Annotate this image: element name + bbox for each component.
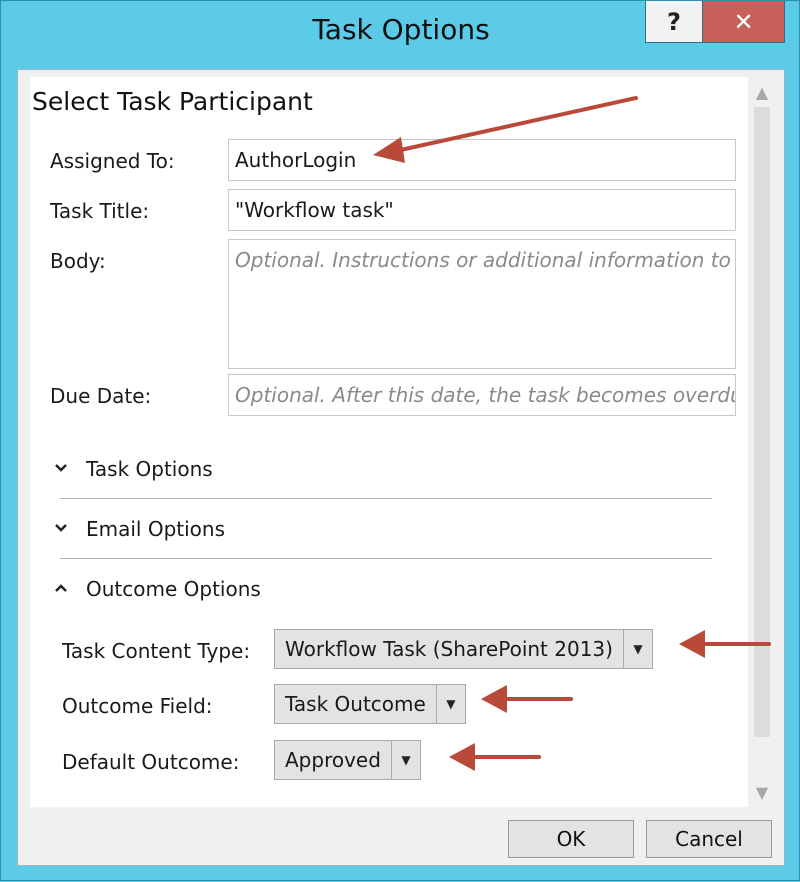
outcome-options-label: Outcome Options: [86, 577, 261, 601]
body-textarea[interactable]: Optional. Instructions or additional inf…: [228, 239, 736, 369]
email-options-toggle[interactable]: Email Options: [50, 517, 225, 541]
section-title: Select Task Participant: [32, 87, 313, 116]
ok-button[interactable]: OK: [508, 820, 634, 858]
scroll-down-icon[interactable]: ▼: [748, 777, 776, 807]
scroll-panel: Select Task Participant Assigned To: Aut…: [30, 77, 748, 807]
help-button[interactable]: ?: [645, 1, 703, 43]
task-options-toggle[interactable]: Task Options: [50, 457, 213, 481]
outcome-field-select[interactable]: Task Outcome ▼: [274, 684, 466, 724]
title-bar[interactable]: Task Options ? ✕: [1, 1, 800, 61]
task-title-input[interactable]: "Workflow task": [228, 189, 736, 231]
task-options-label: Task Options: [86, 457, 213, 481]
cancel-button[interactable]: Cancel: [646, 820, 772, 858]
email-options-label: Email Options: [86, 517, 226, 541]
default-outcome-label: Default Outcome:: [62, 750, 240, 774]
scrollbar-thumb[interactable]: [754, 107, 770, 737]
dialog-window: Task Options ? ✕ Select Task Participant…: [0, 0, 800, 881]
divider: [60, 558, 712, 559]
due-date-label: Due Date:: [50, 384, 152, 408]
outcome-options-toggle[interactable]: Outcome Options: [50, 577, 261, 601]
close-icon: ✕: [733, 7, 754, 36]
divider: [60, 498, 712, 499]
chevron-down-icon: [50, 461, 72, 477]
assigned-to-input[interactable]: AuthorLogin: [228, 139, 736, 181]
default-outcome-value: Approved: [275, 741, 392, 779]
due-date-input[interactable]: Optional. After this date, the task beco…: [228, 374, 736, 416]
scroll-up-icon[interactable]: ▲: [748, 77, 776, 107]
dialog-body: Select Task Participant Assigned To: Aut…: [17, 69, 785, 866]
dropdown-arrow-icon: ▼: [633, 642, 643, 656]
chevron-up-icon: [50, 581, 72, 597]
outcome-field-label: Outcome Field:: [62, 694, 213, 718]
body-label: Body:: [50, 249, 106, 273]
assigned-to-label: Assigned To:: [50, 149, 175, 173]
close-button[interactable]: ✕: [702, 1, 785, 43]
outcome-field-value: Task Outcome: [275, 685, 437, 723]
task-title-label: Task Title:: [50, 199, 150, 223]
dropdown-arrow-icon: ▼: [401, 753, 411, 767]
vertical-scrollbar[interactable]: ▲ ▼: [748, 77, 776, 807]
dropdown-arrow-icon: ▼: [446, 697, 456, 711]
chevron-down-icon: [50, 521, 72, 537]
content-type-label: Task Content Type:: [62, 639, 251, 663]
default-outcome-select[interactable]: Approved ▼: [274, 740, 421, 780]
content-type-select[interactable]: Workflow Task (SharePoint 2013) ▼: [274, 629, 653, 669]
content-type-value: Workflow Task (SharePoint 2013): [275, 630, 624, 668]
